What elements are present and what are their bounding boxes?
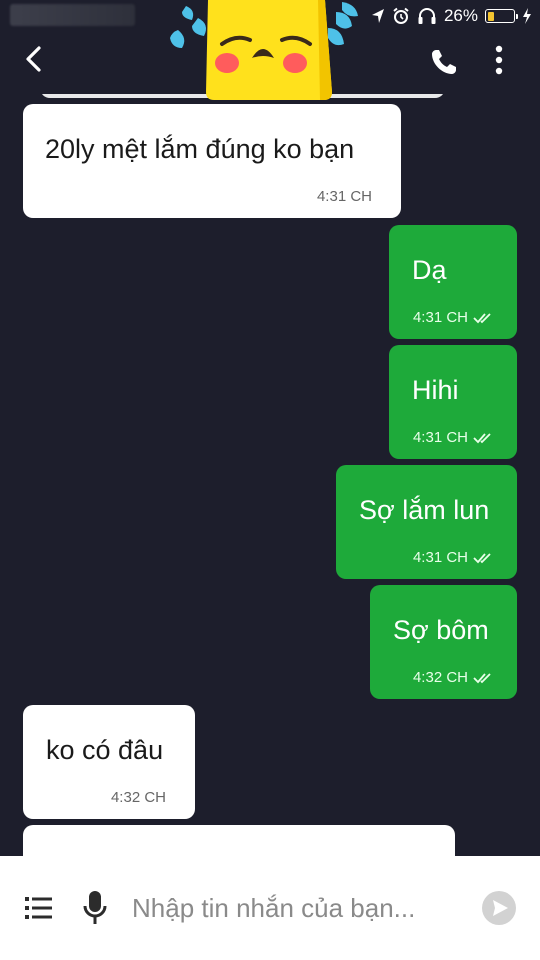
- message-bubble-outgoing[interactable]: Dạ 4:31 CH: [389, 225, 517, 339]
- headphones-icon: [417, 7, 437, 25]
- battery-icon: [485, 9, 518, 23]
- message-time-text: 4:31 CH: [412, 429, 468, 446]
- location-arrow-icon: [371, 8, 385, 24]
- alarm-clock-icon: [392, 7, 410, 25]
- battery-percent: 26%: [443, 6, 478, 25]
- charging-bolt-icon: [522, 8, 532, 24]
- message-composer: [0, 856, 540, 960]
- message-time: 4:32 CH: [111, 789, 166, 806]
- message-time-text: 4:31 CH: [412, 309, 468, 326]
- microphone-icon: [82, 891, 108, 930]
- message-bubble-incoming[interactable]: ko có đâu 4:32 CH: [23, 705, 195, 819]
- carrier-name-blurred: [10, 4, 135, 26]
- list-menu-icon: [24, 897, 54, 926]
- message-time-text: 4:32 CH: [110, 789, 166, 806]
- message-list[interactable]: 20ly mệt lắm đúng ko bạn 4:31 CH Dạ 4:31…: [0, 94, 540, 856]
- send-icon: [481, 891, 517, 930]
- message-text: Sợ bôm: [393, 615, 489, 645]
- message-time: 4:31 CH: [413, 429, 493, 446]
- crying-emoji-sticker: [160, 0, 365, 102]
- send-button[interactable]: [481, 890, 517, 926]
- message-text: 20ly mệt lắm đúng ko bạn: [45, 134, 355, 164]
- phone-icon: [429, 47, 459, 82]
- call-button[interactable]: [426, 46, 462, 82]
- message-bubble-outgoing[interactable]: Sợ bôm 4:32 CH: [370, 585, 517, 699]
- message-time-text: 4:31 CH: [412, 549, 468, 566]
- message-text: Dạ: [412, 255, 447, 285]
- message-time: 4:31 CH: [413, 309, 493, 326]
- message-input[interactable]: [132, 886, 462, 930]
- message-time: 4:31 CH: [317, 188, 372, 205]
- message-time: 4:32 CH: [413, 669, 493, 686]
- message-time: 4:31 CH: [413, 549, 493, 566]
- message-time-text: 4:31 CH: [316, 188, 372, 205]
- double-check-icon: [473, 432, 493, 444]
- double-check-icon: [473, 552, 493, 564]
- battery-fill: [487, 11, 494, 21]
- status-icons: 26%: [371, 5, 532, 27]
- double-check-icon: [473, 312, 493, 324]
- message-text: ko có đâu: [46, 735, 164, 765]
- message-bubble-incoming-partial[interactable]: [23, 825, 455, 856]
- microphone-button[interactable]: [82, 890, 108, 926]
- message-bubble-outgoing[interactable]: Sợ lắm lun 4:31 CH: [336, 465, 517, 579]
- message-text: Sợ lắm lun: [359, 495, 490, 525]
- double-check-icon: [473, 672, 493, 684]
- message-bubble-outgoing[interactable]: Hihi 4:31 CH: [389, 345, 517, 459]
- message-bubble-incoming[interactable]: 20ly mệt lắm đúng ko bạn 4:31 CH: [23, 104, 401, 218]
- menu-button[interactable]: [24, 894, 54, 922]
- chevron-left-icon: [24, 45, 42, 78]
- vertical-dots-icon: [495, 45, 503, 80]
- more-options-button[interactable]: [484, 42, 514, 82]
- message-text: Hihi: [412, 375, 459, 405]
- back-button[interactable]: [18, 44, 48, 78]
- message-time-text: 4:32 CH: [412, 669, 468, 686]
